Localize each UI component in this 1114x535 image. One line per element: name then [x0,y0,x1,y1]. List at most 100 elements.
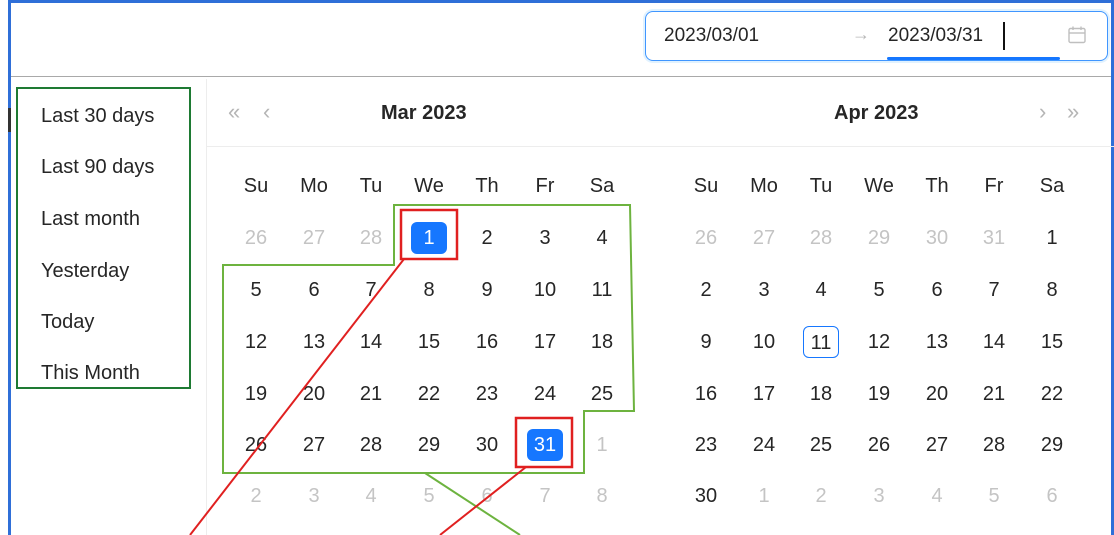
calendar-day[interactable]: 28 [803,222,839,254]
in-range-day[interactable]: 7 [342,274,400,306]
calendar-day[interactable]: 19 [861,378,897,410]
in-range-day[interactable]: 24 [516,378,574,410]
in-range-day[interactable]: 12 [227,326,285,358]
in-range-day[interactable]: 28 [342,429,400,461]
calendar-day[interactable]: 27 [296,222,332,254]
calendar-day[interactable]: 6 [1034,480,1070,512]
calendar-day[interactable]: 4 [353,480,389,512]
end-date-input[interactable]: 2023/03/31 [888,25,983,47]
calendar-day[interactable]: 8 [1034,274,1070,306]
in-range-day[interactable]: 21 [342,378,400,410]
calendar-day[interactable]: 20 [919,378,955,410]
in-range-day[interactable]: 18 [573,326,631,358]
calendar-day[interactable]: 31 [976,222,1012,254]
calendar-day[interactable]: 26 [861,429,897,461]
in-range-day[interactable]: 29 [400,429,458,461]
calendar-day[interactable]: 22 [1034,378,1070,410]
calendar-day[interactable]: 30 [688,480,724,512]
calendar-day[interactable]: 4 [803,274,839,306]
in-range-day[interactable]: 19 [227,378,285,410]
calendar-day[interactable]: 2 [238,480,274,512]
calendar-day[interactable]: 14 [976,326,1012,358]
next-year-button[interactable]: » [1067,99,1079,125]
calendar-day[interactable]: 8 [584,480,620,512]
today-day[interactable]: 11 [803,326,839,358]
in-range-day[interactable]: 11 [573,274,631,306]
preset-today[interactable]: Today [41,311,94,334]
prev-year-button[interactable]: « [228,99,240,125]
calendar-day[interactable]: 1 [746,480,782,512]
calendar-day[interactable]: 27 [746,222,782,254]
calendar-day[interactable]: 28 [353,222,389,254]
start-date-input[interactable]: 2023/03/01 [664,25,759,47]
calendar-day[interactable]: 1 [584,429,620,461]
calendar-icon[interactable] [1067,25,1087,45]
calendar-day[interactable]: 4 [919,480,955,512]
selected-day[interactable]: 31 [527,429,563,461]
calendar-day[interactable]: 7 [527,480,563,512]
calendar-day[interactable]: 23 [688,429,724,461]
preset-yesterday[interactable]: Yesterday [41,260,129,283]
in-range-day[interactable]: 15 [400,326,458,358]
preset-this-month[interactable]: This Month [41,362,140,385]
preset-last-30-days[interactable]: Last 30 days [41,105,154,128]
calendar-day[interactable]: 30 [919,222,955,254]
calendar-day[interactable]: 26 [238,222,274,254]
in-range-day[interactable]: 26 [227,429,285,461]
in-range-day[interactable]: 5 [227,274,285,306]
calendar-day[interactable]: 2 [688,274,724,306]
prev-month-button[interactable]: ‹ [263,99,270,125]
in-range-day[interactable]: 25 [573,378,631,410]
calendar-day[interactable]: 28 [976,429,1012,461]
calendar-day[interactable]: 18 [803,378,839,410]
calendar-day[interactable]: 13 [919,326,955,358]
selected-day[interactable]: 1 [411,222,447,254]
date-range-input[interactable]: 2023/03/01 → 2023/03/31 [645,11,1108,61]
calendar-day[interactable]: 5 [976,480,1012,512]
in-range-day[interactable]: 4 [573,222,631,254]
calendar-day[interactable]: 25 [803,429,839,461]
calendar-day[interactable]: 26 [688,222,724,254]
calendar-day[interactable]: 6 [469,480,505,512]
in-range-day[interactable]: 30 [458,429,516,461]
calendar-day[interactable]: 12 [861,326,897,358]
in-range-day[interactable]: 6 [285,274,343,306]
in-range-day[interactable]: 2 [458,222,516,254]
calendar-day[interactable]: 2 [803,480,839,512]
in-range-day[interactable]: 10 [516,274,574,306]
calendar-day[interactable]: 15 [1034,326,1070,358]
calendar-day[interactable]: 27 [919,429,955,461]
in-range-day[interactable]: 8 [400,274,458,306]
calendar-day[interactable]: 10 [746,326,782,358]
in-range-day[interactable]: 20 [285,378,343,410]
in-range-day[interactable]: 3 [516,222,574,254]
in-range-day[interactable]: 23 [458,378,516,410]
in-range-day[interactable]: 13 [285,326,343,358]
next-month-button[interactable]: › [1039,99,1046,125]
calendar-day[interactable]: 3 [861,480,897,512]
calendar-day[interactable]: 9 [688,326,724,358]
calendar-day[interactable]: 17 [746,378,782,410]
in-range-day[interactable]: 16 [458,326,516,358]
calendar-day[interactable]: 16 [688,378,724,410]
calendar-day[interactable]: 6 [919,274,955,306]
calendar-day[interactable]: 5 [861,274,897,306]
in-range-day[interactable]: 22 [400,378,458,410]
calendar-day[interactable]: 1 [1034,222,1070,254]
left-month-title[interactable]: Mar 2023 [381,102,467,125]
calendar-day[interactable]: 3 [296,480,332,512]
calendar-day[interactable]: 5 [411,480,447,512]
right-month-title[interactable]: Apr 2023 [834,102,919,125]
preset-last-90-days[interactable]: Last 90 days [41,156,154,179]
calendar-day[interactable]: 29 [1034,429,1070,461]
calendar-day[interactable]: 3 [746,274,782,306]
in-range-day[interactable]: 17 [516,326,574,358]
calendar-day[interactable]: 29 [861,222,897,254]
in-range-day[interactable]: 9 [458,274,516,306]
calendar-day[interactable]: 21 [976,378,1012,410]
preset-last-month[interactable]: Last month [41,208,140,231]
in-range-day[interactable]: 27 [285,429,343,461]
calendar-day[interactable]: 7 [976,274,1012,306]
in-range-day[interactable]: 14 [342,326,400,358]
calendar-day[interactable]: 24 [746,429,782,461]
